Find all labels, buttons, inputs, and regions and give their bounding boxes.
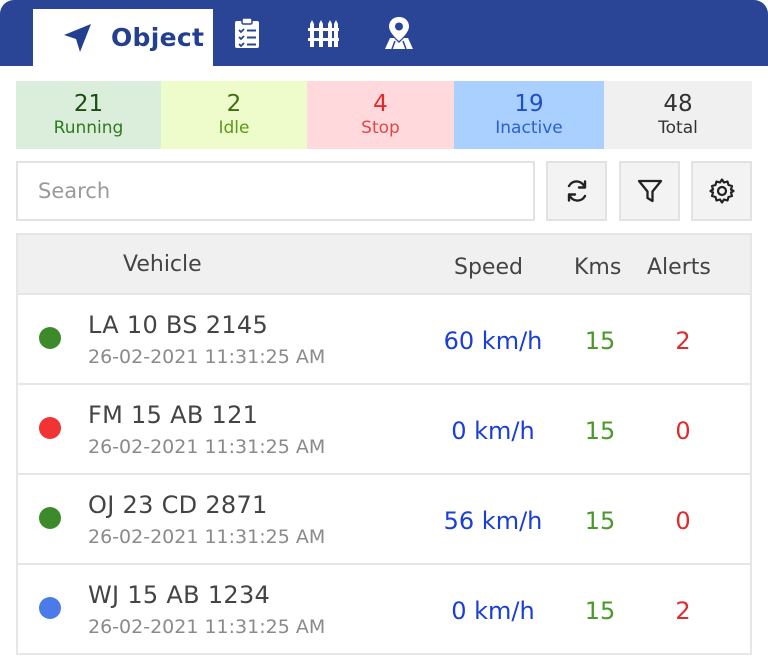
status-total-count: 48 (663, 91, 693, 117)
vehicle-alerts[interactable]: 0 (648, 417, 718, 445)
vehicle-alerts[interactable]: 2 (648, 327, 718, 355)
table-header: Vehicle Speed Kms Alerts (18, 235, 750, 295)
tab-geofence[interactable] (307, 17, 339, 49)
status-idle-count: 2 (226, 91, 242, 117)
tab-object-label: Object (111, 23, 205, 52)
status-idle[interactable]: 2 Idle (161, 81, 307, 149)
status-running-label: Running (53, 118, 124, 138)
table-row[interactable]: WJ 15 AB 1234 26-02-2021 11:31:25 AM 0 k… (18, 565, 750, 655)
status-total-label: Total (658, 118, 698, 138)
status-inactive[interactable]: 19 Inactive (454, 81, 604, 149)
vehicle-alerts[interactable]: 0 (648, 507, 718, 535)
vehicle-kms: 15 (584, 507, 616, 535)
status-stop[interactable]: 4 Stop (307, 81, 454, 149)
status-idle-label: Idle (218, 118, 250, 138)
status-running[interactable]: 21 Running (16, 81, 161, 149)
search-input[interactable] (16, 161, 535, 221)
top-tab-bar: Object (0, 0, 768, 66)
table-row[interactable]: OJ 23 CD 2871 26-02-2021 11:31:25 AM 56 … (18, 475, 750, 565)
vehicle-timestamp: 26-02-2021 11:31:25 AM (88, 436, 326, 458)
settings-gear-icon (708, 177, 736, 205)
header-alerts[interactable]: Alerts (647, 255, 711, 280)
clipboard-checklist-icon (233, 17, 261, 49)
status-dot (39, 507, 61, 529)
vehicle-speed: 0 km/h (451, 417, 535, 445)
table-row[interactable]: LA 10 BS 2145 26-02-2021 11:31:25 AM 60 … (18, 295, 750, 385)
status-stop-count: 4 (373, 91, 388, 117)
vehicle-plate: LA 10 BS 2145 (88, 311, 269, 339)
status-dot (39, 417, 61, 439)
table-row[interactable]: FM 15 AB 121 26-02-2021 11:31:25 AM 0 km… (18, 385, 750, 475)
header-vehicle[interactable]: Vehicle (123, 252, 202, 277)
status-running-count: 21 (73, 91, 104, 117)
refresh-button[interactable] (546, 161, 607, 221)
refresh-icon (564, 178, 590, 204)
fence-icon (307, 18, 339, 48)
map-pin-icon (383, 16, 415, 50)
vehicle-plate: WJ 15 AB 1234 (88, 581, 271, 609)
vehicle-speed: 56 km/h (443, 507, 543, 535)
vehicle-speed: 0 km/h (451, 597, 535, 625)
vehicle-table: Vehicle Speed Kms Alerts LA 10 BS 2145 2… (16, 233, 752, 655)
header-kms[interactable]: Kms (574, 255, 621, 280)
status-total[interactable]: 48 Total (604, 81, 752, 149)
vehicle-timestamp: 26-02-2021 11:31:25 AM (88, 346, 326, 368)
vehicle-kms: 15 (584, 417, 616, 445)
vehicle-alerts[interactable]: 2 (648, 597, 718, 625)
status-summary-bar: 21 Running 2 Idle 4 Stop 19 Inactive 48 … (16, 81, 752, 149)
status-inactive-label: Inactive (495, 118, 563, 138)
tab-checklist[interactable] (231, 17, 263, 49)
header-speed[interactable]: Speed (454, 255, 523, 280)
vehicle-kms: 15 (584, 327, 616, 355)
vehicle-speed: 60 km/h (443, 327, 543, 355)
tab-location[interactable] (383, 16, 415, 50)
tab-object[interactable]: Object (33, 9, 213, 66)
vehicle-plate: FM 15 AB 121 (88, 401, 259, 429)
filter-button[interactable] (619, 161, 680, 221)
status-dot (39, 327, 61, 349)
status-dot (39, 597, 61, 619)
filter-icon (636, 177, 664, 205)
vehicle-kms: 15 (584, 597, 616, 625)
settings-button[interactable] (691, 161, 752, 221)
status-stop-label: Stop (361, 118, 400, 138)
vehicle-timestamp: 26-02-2021 11:31:25 AM (88, 526, 326, 548)
status-inactive-count: 19 (514, 91, 544, 117)
vehicle-timestamp: 26-02-2021 11:31:25 AM (88, 616, 326, 638)
vehicle-plate: OJ 23 CD 2871 (88, 491, 268, 519)
navigation-arrow-icon (61, 21, 95, 55)
